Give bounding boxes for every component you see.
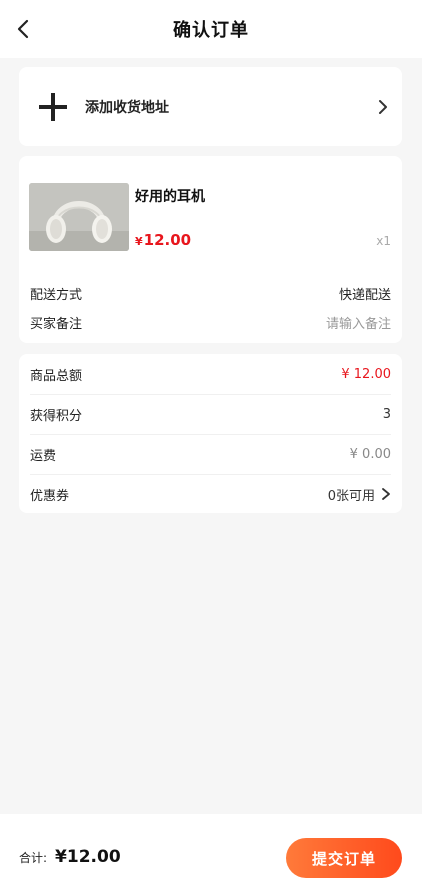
goods-total-value: ¥ 12.00 bbox=[341, 366, 391, 382]
delivery-row[interactable]: 配送方式 快递配送 bbox=[30, 282, 391, 304]
buyer-note-label: 买家备注 bbox=[30, 316, 83, 332]
add-address-label: 添加收货地址 bbox=[85, 99, 169, 116]
delivery-label: 配送方式 bbox=[30, 287, 83, 303]
product-price: ¥12.00 bbox=[135, 231, 191, 249]
coupon-label: 优惠券 bbox=[30, 488, 70, 504]
summary-card: 商品总额 ¥ 12.00 获得积分 3 运费 ¥ 0.00 优惠券 0张可用 bbox=[19, 354, 402, 513]
product-name: 好用的耳机 bbox=[135, 189, 205, 205]
order-total: 合计: ¥12.00 bbox=[19, 847, 121, 867]
add-address-card[interactable]: 添加收货地址 bbox=[19, 67, 402, 146]
total-amount: ¥12.00 bbox=[55, 847, 121, 867]
submit-order-button[interactable]: 提交订单 bbox=[286, 838, 402, 878]
price-value: 12.00 bbox=[143, 231, 192, 249]
chevron-left-icon bbox=[17, 19, 29, 39]
shipping-row: 运费 ¥ 0.00 bbox=[30, 434, 391, 475]
coupon-row[interactable]: 优惠券 0张可用 bbox=[30, 474, 391, 514]
chevron-right-icon bbox=[376, 98, 390, 116]
buyer-note-row: 买家备注 请输入备注 bbox=[30, 311, 391, 333]
coupon-value[interactable]: 0张可用 bbox=[328, 485, 391, 504]
back-button[interactable] bbox=[12, 18, 34, 40]
goods-total-row: 商品总额 ¥ 12.00 bbox=[30, 354, 391, 395]
bottom-bar: 合计: ¥12.00 提交订单 bbox=[0, 814, 422, 895]
delivery-value: 快递配送 bbox=[338, 287, 391, 303]
product-quantity: x1 bbox=[376, 234, 391, 248]
shipping-value: ¥ 0.00 bbox=[349, 446, 391, 462]
chevron-right-icon bbox=[382, 488, 390, 500]
coupon-count: 0张可用 bbox=[327, 488, 375, 504]
points-value: 3 bbox=[382, 406, 391, 422]
total-label: 合计: bbox=[19, 851, 48, 865]
shipping-label: 运费 bbox=[30, 448, 57, 464]
points-label: 获得积分 bbox=[30, 408, 83, 424]
price-symbol: ¥ bbox=[135, 235, 143, 248]
plus-icon bbox=[38, 92, 68, 122]
top-bar: 确认订单 bbox=[0, 0, 422, 58]
headphones-image bbox=[29, 183, 129, 251]
goods-total-label: 商品总额 bbox=[30, 368, 83, 384]
goods-card: 好用的耳机 ¥12.00 x1 配送方式 快递配送 买家备注 请输入备注 bbox=[19, 156, 402, 343]
product-image[interactable] bbox=[29, 183, 129, 251]
buyer-note-input[interactable]: 请输入备注 bbox=[326, 313, 391, 332]
page-title: 确认订单 bbox=[173, 20, 249, 41]
points-row: 获得积分 3 bbox=[30, 394, 391, 435]
